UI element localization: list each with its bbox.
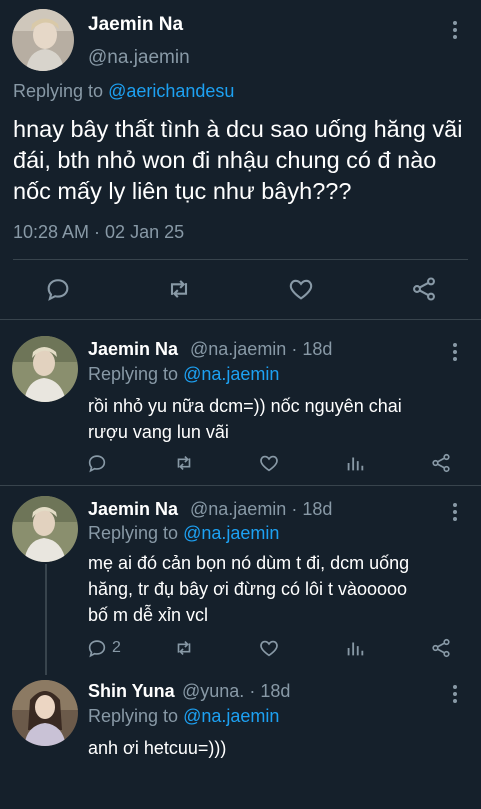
replying-to: Replying to @na.jaemin: [88, 706, 279, 727]
tweet-text: hnay bây thất tình à dcu sao uống hăng v…: [13, 116, 463, 204]
tweet-age: · 18d: [249, 681, 291, 701]
tweet-text: mẹ ai đó cản bọn nó dùm t đi, dcm uống h…: [88, 550, 473, 628]
tweet-text-line: rồi nhỏ yu nữa dcm=)) nốc nguyên chai: [88, 396, 402, 416]
replying-to: Replying to @aerichandesu: [13, 81, 234, 102]
tweet-text-line: hăng, tr đụ bây ơi đừng có lôi t vàooooo: [88, 579, 408, 599]
author-name[interactable]: Jaemin Na: [88, 339, 178, 360]
main-tweet: Jaemin Na @na.jaemin Replying to @aerich…: [0, 0, 481, 320]
replying-prefix: Replying to: [88, 706, 179, 726]
replying-prefix: Replying to: [88, 364, 179, 384]
replying-to-link[interactable]: @na.jaemin: [183, 706, 279, 726]
more-options-icon[interactable]: [452, 503, 458, 524]
more-options-icon[interactable]: [452, 343, 458, 364]
tweet-text-line: rượu vang lun vãi: [88, 422, 229, 442]
reply-icon[interactable]: [44, 275, 72, 303]
author-handle[interactable]: @na.jaemin: [88, 47, 190, 69]
reply-icon[interactable]: [86, 452, 108, 474]
avatar[interactable]: [12, 680, 78, 746]
thread-line: [45, 564, 47, 675]
replying-prefix: Replying to: [13, 81, 104, 101]
tweet-timestamp: 10:28 AM · 02 Jan 25: [13, 222, 185, 242]
reply-tweet[interactable]: Shin Yuna @yuna. · 18d Replying to @na.j…: [0, 675, 481, 809]
author-handle-text[interactable]: @na.jaemin: [190, 339, 286, 359]
tweet-text-line: mẹ ai đó cản bọn nó dùm t đi, dcm uống: [88, 553, 410, 573]
retweet-icon[interactable]: [173, 637, 195, 659]
more-options-icon[interactable]: [452, 685, 458, 706]
replying-to-link[interactable]: @na.jaemin: [183, 364, 279, 384]
analytics-icon[interactable]: [344, 452, 366, 474]
tweet-text-line: anh ơi hetcuu=))): [88, 738, 227, 758]
avatar[interactable]: [12, 496, 78, 562]
tweet-text: anh ơi hetcuu=))): [88, 735, 473, 761]
share-icon[interactable]: [430, 637, 452, 659]
author-name[interactable]: Shin Yuna: [88, 681, 175, 702]
avatar[interactable]: [12, 9, 74, 71]
divider: [13, 259, 468, 260]
replying-to: Replying to @na.jaemin: [88, 523, 279, 544]
retweet-icon[interactable]: [173, 452, 195, 474]
tweet-age: · 18d: [291, 499, 333, 519]
share-icon[interactable]: [410, 275, 438, 303]
tweet-text: rồi nhỏ yu nữa dcm=)) nốc nguyên chai rư…: [88, 393, 473, 445]
replying-to-link[interactable]: @aerichandesu: [108, 81, 234, 101]
like-icon[interactable]: [258, 452, 280, 474]
share-icon[interactable]: [430, 452, 452, 474]
like-icon[interactable]: [258, 637, 280, 659]
tweet-age: · 18d: [291, 339, 333, 359]
author-handle-text[interactable]: @na.jaemin: [190, 499, 286, 519]
tweet-text-line: bố m dễ xỉn vcl: [88, 605, 209, 625]
like-icon[interactable]: [287, 275, 315, 303]
replying-to: Replying to @na.jaemin: [88, 364, 279, 385]
reply-icon[interactable]: [86, 637, 108, 659]
analytics-icon[interactable]: [344, 637, 366, 659]
author-handle: @yuna. · 18d: [182, 681, 290, 702]
retweet-icon[interactable]: [165, 275, 193, 303]
author-name[interactable]: Jaemin Na: [88, 499, 178, 520]
replying-to-link[interactable]: @na.jaemin: [183, 523, 279, 543]
author-handle: @na.jaemin · 18d: [190, 339, 332, 360]
author-handle: @na.jaemin · 18d: [190, 499, 332, 520]
author-name[interactable]: Jaemin Na: [88, 14, 183, 36]
author-handle-text[interactable]: @yuna.: [182, 681, 244, 701]
avatar[interactable]: [12, 336, 78, 402]
reply-count: 2: [112, 639, 121, 656]
reply-tweet[interactable]: Jaemin Na @na.jaemin · 18d Replying to @…: [0, 487, 481, 675]
reply-tweet[interactable]: Jaemin Na @na.jaemin · 18d Replying to @…: [0, 321, 481, 486]
replying-prefix: Replying to: [88, 523, 179, 543]
more-options-icon[interactable]: [452, 21, 458, 42]
